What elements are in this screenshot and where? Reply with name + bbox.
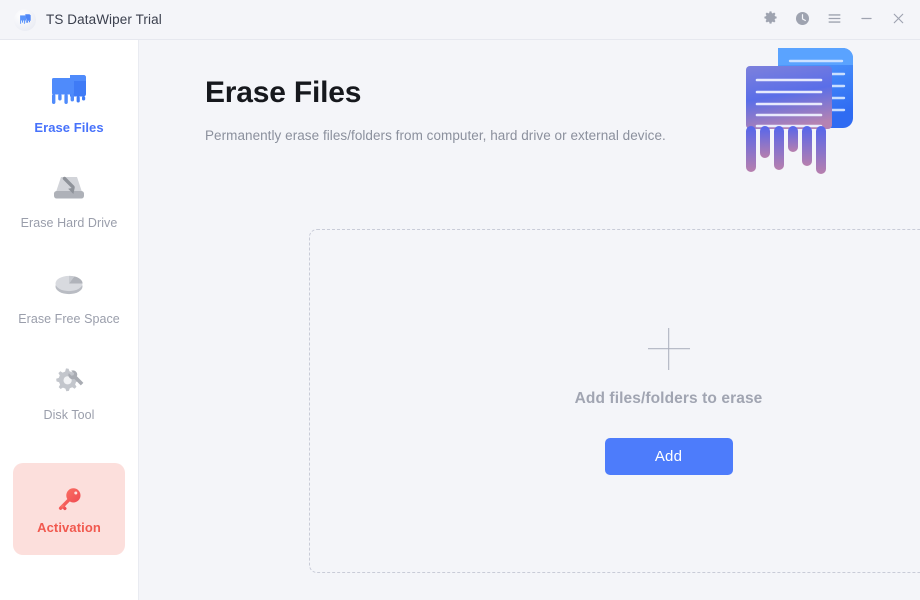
gear-wrench-icon xyxy=(46,358,92,400)
sidebar-spacer xyxy=(0,438,138,463)
plus-icon xyxy=(648,328,690,370)
add-button[interactable]: Add xyxy=(605,438,733,475)
dropzone-hint-text: Add files/folders to erase xyxy=(575,390,763,408)
hard-drive-arrow-icon xyxy=(46,166,92,208)
close-icon xyxy=(890,10,907,30)
main-content: Erase Files Permanently erase files/fold… xyxy=(139,40,920,600)
sidebar-item-label: Erase Hard Drive xyxy=(21,216,118,230)
menu-button[interactable] xyxy=(818,5,850,35)
close-button[interactable] xyxy=(882,5,914,35)
sidebar: Erase Files Erase Hard Drive xyxy=(0,40,139,600)
activation-label: Activation xyxy=(37,520,101,535)
page-title: Erase Files xyxy=(205,76,888,109)
hamburger-menu-icon xyxy=(826,10,843,30)
sidebar-item-label: Erase Files xyxy=(34,120,103,135)
minimize-icon xyxy=(858,10,875,30)
gear-icon xyxy=(762,10,779,30)
sidebar-item-erase-free-space[interactable]: Erase Free Space xyxy=(0,246,138,342)
shredded-documents-illustration xyxy=(732,44,892,186)
sidebar-item-label: Disk Tool xyxy=(44,408,95,422)
pie-chart-disk-icon xyxy=(46,262,92,304)
title-bar: TS DataWiper Trial xyxy=(0,0,920,40)
settings-button[interactable] xyxy=(754,5,786,35)
sidebar-item-label: Erase Free Space xyxy=(18,312,120,326)
body-row: Erase Files Erase Hard Drive xyxy=(0,40,920,600)
minimize-button[interactable] xyxy=(850,5,882,35)
activation-button[interactable]: Activation xyxy=(13,463,125,555)
app-logo-icon xyxy=(14,9,36,31)
sidebar-item-erase-files[interactable]: Erase Files xyxy=(0,54,138,150)
app-window: TS DataWiper Trial xyxy=(0,0,920,600)
sidebar-item-disk-tool[interactable]: Disk Tool xyxy=(0,342,138,438)
key-icon xyxy=(52,483,86,517)
history-button[interactable] xyxy=(786,5,818,35)
clock-icon xyxy=(794,10,811,30)
window-title: TS DataWiper Trial xyxy=(46,12,162,27)
shredded-document-icon xyxy=(46,70,92,112)
sidebar-item-erase-hard-drive[interactable]: Erase Hard Drive xyxy=(0,150,138,246)
page-subtitle: Permanently erase files/folders from com… xyxy=(205,128,888,143)
file-dropzone[interactable]: Add files/folders to erase Add xyxy=(309,229,920,573)
